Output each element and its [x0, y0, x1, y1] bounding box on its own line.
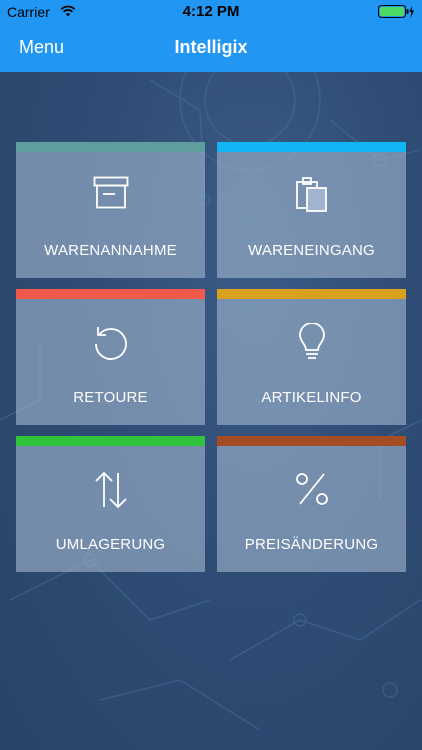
status-bar: Carrier 4:12 PM	[0, 0, 422, 24]
lightbulb-icon	[217, 323, 406, 363]
tile-accent-stripe	[16, 289, 205, 299]
tile-warenannahme[interactable]: WARENANNAHME	[16, 142, 205, 278]
tile-accent-stripe	[217, 142, 406, 152]
percent-icon	[217, 470, 406, 510]
clipboard-icon	[217, 176, 406, 216]
battery-icon	[378, 5, 416, 24]
archive-box-icon	[16, 176, 205, 216]
tile-label: RETOURE	[73, 389, 148, 406]
tile-label: ARTIKELINFO	[261, 389, 362, 406]
page-title: Intelligix	[174, 37, 248, 57]
tile-accent-stripe	[16, 142, 205, 152]
tile-artikelinfo[interactable]: ARTIKELINFO	[217, 289, 406, 425]
tile-label: WARENEINGANG	[248, 242, 375, 259]
undo-icon	[16, 323, 205, 363]
tile-preisaenderung[interactable]: PREISÄNDERUNG	[217, 436, 406, 572]
tile-label: UMLAGERUNG	[55, 536, 166, 553]
navigation-bar: Menu Intelligix	[0, 24, 422, 72]
swap-arrows-icon	[16, 470, 205, 510]
tile-retoure[interactable]: RETOURE	[16, 289, 205, 425]
tile-wareneingang[interactable]: WARENEINGANG	[217, 142, 406, 278]
status-time: 4:12 PM	[182, 3, 240, 20]
tile-accent-stripe	[16, 436, 205, 446]
tile-label: WARENANNAHME	[44, 242, 177, 259]
tile-umlagerung[interactable]: UMLAGERUNG	[16, 436, 205, 572]
tile-accent-stripe	[217, 436, 406, 446]
tile-label: PREISÄNDERUNG	[244, 536, 379, 553]
tile-accent-stripe	[217, 289, 406, 299]
